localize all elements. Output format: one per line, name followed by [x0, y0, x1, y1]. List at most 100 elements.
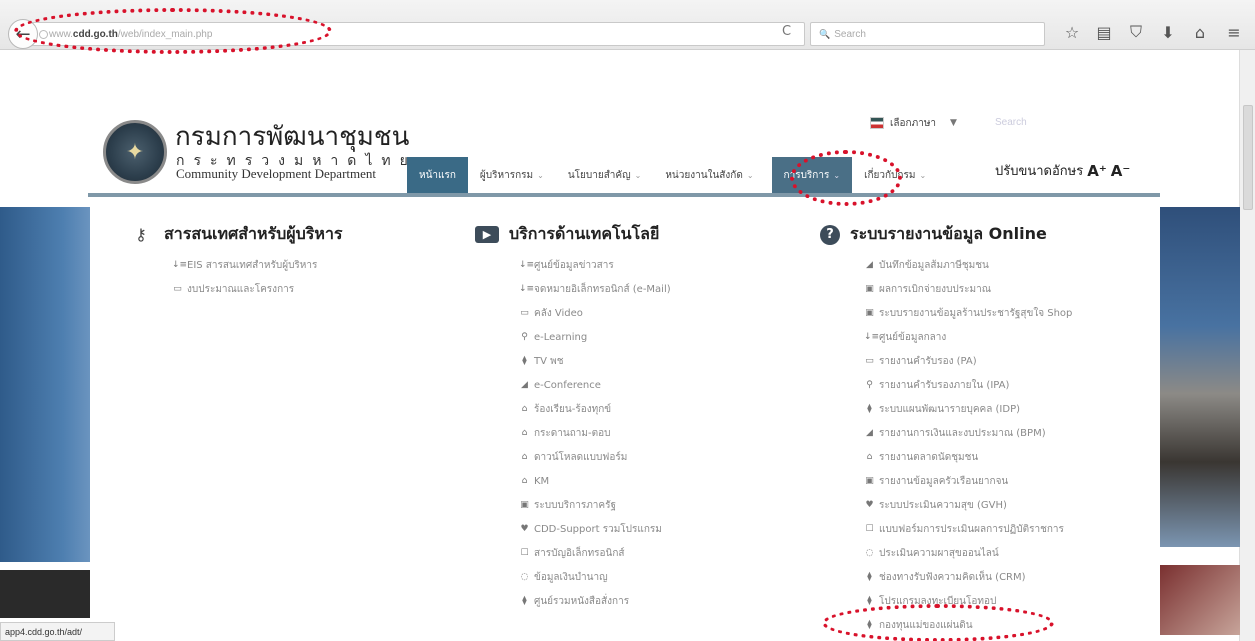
column-title: สารสนเทศสำหรับผู้บริหาร [164, 224, 343, 243]
back-button[interactable]: ← [8, 19, 38, 49]
menu-link[interactable]: ◢ รายงานการเงินและงบประมาณ (BPM) [864, 421, 1072, 445]
menu-item-icon: ▭ [865, 356, 874, 366]
nav-agencies[interactable]: หน่วยงานในสังกัด ⌄ [653, 157, 765, 193]
download-icon[interactable]: ⬇ [1156, 20, 1180, 44]
scrollbar-thumb[interactable] [1243, 105, 1253, 210]
menu-link[interactable]: ◢ e-Conference [519, 373, 671, 397]
menu-link[interactable]: ▣ รายงานข้อมูลครัวเรือนยากจน [864, 469, 1072, 493]
department-logo-icon[interactable]: ✦ [103, 120, 167, 184]
url-scheme: www. [49, 28, 73, 40]
menu-item-icon: ⚲ [521, 332, 528, 342]
menu-link[interactable]: ↓≡ จดหมายอิเล็กทรอนิกส์ (e-Mail) [519, 277, 671, 301]
hamburger-menu-icon[interactable]: ≡ [1222, 20, 1246, 44]
menu-column-online-reports: ? ระบบรายงานข้อมูล Online ◢ บันทึกข้อมูลส… [820, 222, 1072, 637]
menu-item-icon: ⧫ [867, 572, 872, 582]
menu-item-icon: ⌂ [866, 452, 873, 462]
menu-link-label: ประเมินความผาสุขออนไลน์ [879, 547, 999, 559]
menu-link[interactable]: ⧫ ช่องทางรับฟังความคิดเห็น (CRM) [864, 565, 1072, 589]
menu-item-icon: ▣ [520, 500, 529, 510]
menu-link[interactable]: ◌ ประเมินความผาสุขออนไลน์ [864, 541, 1072, 565]
menu-item-icon: ◌ [520, 572, 529, 582]
menu-link[interactable]: ⚲ e-Learning [519, 325, 671, 349]
menu-link[interactable]: ⌂ KM [519, 469, 671, 493]
menu-link[interactable]: ⌂ กระดานถาม-ตอบ [519, 421, 671, 445]
menu-link[interactable]: ⧫ ศูนย์รวมหนังสือสั่งการ [519, 589, 671, 613]
right-bottom-image [1160, 565, 1240, 635]
menu-link-label: รายงานคำรับรอง (PA) [879, 355, 977, 367]
menu-link[interactable]: ⧫ TV พช [519, 349, 671, 373]
menu-item-icon: ♥ [865, 500, 874, 510]
menu-link[interactable]: ♥ ระบบประเมินความสุข (GVH) [864, 493, 1072, 517]
menu-item-icon: ☐ [520, 548, 529, 558]
menu-link[interactable]: ◌ ข้อมูลเงินบำนาญ [519, 565, 671, 589]
reading-list-icon[interactable]: ▤ [1092, 20, 1116, 44]
menu-link[interactable]: ▭ งบประมาณและโครงการ [172, 277, 343, 301]
site-search-input[interactable]: Search [995, 117, 1027, 128]
menu-link[interactable]: ⌂ รายงานตลาดนัดชุมชน [864, 445, 1072, 469]
menu-item-icon: ◢ [521, 380, 528, 390]
menu-item-icon: ↓≡ [519, 284, 535, 294]
menu-link[interactable]: ↓≡ ศูนย์ข้อมูลกลาง [864, 325, 1072, 349]
nav-executives[interactable]: ผู้บริหารกรม ⌄ [468, 157, 556, 193]
magnifier-icon: 🔍 [819, 28, 831, 39]
menu-list: ↓≡ EIS สารสนเทศสำหรับผู้บริหาร ▭ งบประมาณแล… [128, 253, 343, 301]
browser-search-input[interactable]: 🔍 Search [810, 22, 1045, 46]
menu-link-label: ศูนย์ข้อมูลข่าวสาร [534, 259, 614, 271]
reload-icon[interactable]: C [782, 24, 791, 39]
menu-link[interactable]: ▣ ผลการเบิกจ่ายงบประมาณ [864, 277, 1072, 301]
menu-link-label: ศูนย์ข้อมูลกลาง [879, 331, 947, 343]
menu-link-label: รายงานคำรับรองภายใน (IPA) [879, 379, 1010, 391]
help-icon: ? [820, 224, 840, 245]
nav-divider [88, 193, 1160, 197]
menu-link[interactable]: ⧫ โปรแกรมลงทะเบียนโอทอป [864, 589, 1072, 613]
nav-label: การบริการ [783, 169, 830, 181]
language-select[interactable]: เลือกภาษา ▼ [870, 113, 957, 133]
menu-link[interactable]: ▭ คลัง Video [519, 301, 671, 325]
font-decrease-button[interactable]: A⁻ [1111, 162, 1131, 180]
menu-item-icon: ▣ [865, 308, 874, 318]
right-banner-image [1160, 207, 1240, 547]
nav-about[interactable]: เกี่ยวกับกรม ⌄ [852, 157, 938, 193]
address-bar[interactable]: www. cdd.go.th/web/index_main.php [30, 22, 805, 46]
menu-link-label: สารบัญอิเล็กทรอนิกส์ [534, 547, 625, 559]
menu-link-label: ข้อมูลเงินบำนาญ [534, 571, 608, 583]
menu-link[interactable]: ☐ สารบัญอิเล็กทรอนิกส์ [519, 541, 671, 565]
menu-link[interactable]: ☐ แบบฟอร์มการประเมินผลการปฏิบัติราชการ [864, 517, 1072, 541]
nav-label: หน่วยงานในสังกัด [665, 169, 743, 181]
menu-link-label: e-Conference [534, 379, 601, 391]
menu-item-icon: ⚲ [866, 380, 873, 390]
menu-link[interactable]: ⧫ ระบบแผนพัฒนารายบุคคล (IDP) [864, 397, 1072, 421]
menu-link[interactable]: ⧫ กองทุนแม่ของแผ่นดิน [864, 613, 1072, 637]
menu-link[interactable]: ▣ ระบบบริการภาครัฐ [519, 493, 671, 517]
page-scrollbar[interactable] [1239, 50, 1255, 641]
menu-link[interactable]: ⚲ รายงานคำรับรองภายใน (IPA) [864, 373, 1072, 397]
page-root: www. cdd.go.th/web/index_main.php ← C 🔍 S… [0, 0, 1255, 641]
menu-item-icon: ⧫ [867, 404, 872, 414]
menu-link[interactable]: ▭ รายงานคำรับรอง (PA) [864, 349, 1072, 373]
bookmark-star-icon[interactable]: ☆ [1060, 20, 1084, 44]
browser-search-placeholder: Search [834, 28, 866, 40]
menu-link-label: ศูนย์รวมหนังสือสั่งการ [534, 595, 630, 607]
menu-item-icon: ◌ [865, 548, 874, 558]
home-icon[interactable]: ⌂ [1188, 20, 1212, 44]
menu-link[interactable]: ♥ CDD-Support รวมโปรแกรม [519, 517, 671, 541]
nav-home[interactable]: หน้าแรก [407, 157, 468, 193]
site-info-icon[interactable] [39, 30, 48, 39]
menu-link[interactable]: ⌂ ร้องเรียน-ร้องทุกข์ [519, 397, 671, 421]
font-increase-button[interactable]: A⁺ [1087, 162, 1107, 180]
menu-item-icon: ⧫ [867, 620, 872, 630]
nav-label: หน้าแรก [419, 169, 456, 181]
nav-policies[interactable]: นโยบายสำคัญ ⌄ [556, 157, 654, 193]
menu-link[interactable]: ⌂ ดาวน์โหลดแบบฟอร์ม [519, 445, 671, 469]
menu-link[interactable]: ↓≡ EIS สารสนเทศสำหรับผู้บริหาร [172, 253, 343, 277]
nav-services[interactable]: การบริการ ⌄ [771, 157, 853, 193]
menu-item-icon: ▭ [173, 284, 182, 294]
menu-link[interactable]: ▣ ระบบรายงานข้อมูลร้านประชารัฐสุขใจ Shop [864, 301, 1072, 325]
menu-item-icon: ☐ [865, 524, 874, 534]
menu-link[interactable]: ↓≡ ศูนย์ข้อมูลข่าวสาร [519, 253, 671, 277]
menu-link-label: งบประมาณและโครงการ [187, 283, 295, 295]
menu-link[interactable]: ◢ บันทึกข้อมูลส้มภาษีชุมชน [864, 253, 1072, 277]
menu-link-label: โปรแกรมลงทะเบียนโอทอป [879, 595, 997, 607]
pocket-icon[interactable]: ⛉ [1124, 20, 1148, 44]
menu-link-label: รายงานการเงินและงบประมาณ (BPM) [879, 427, 1046, 439]
